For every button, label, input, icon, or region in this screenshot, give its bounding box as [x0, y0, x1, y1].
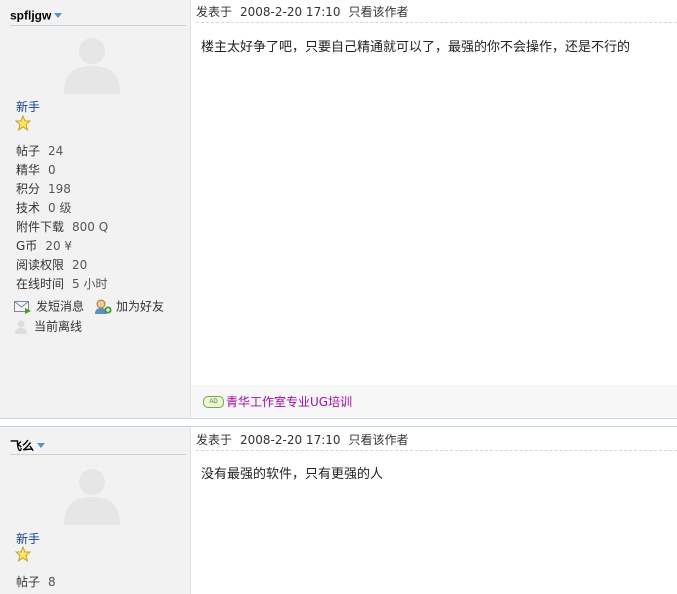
online-status: 当前离线 [14, 317, 82, 335]
stat-points: 积分 198 [16, 180, 108, 199]
offline-user-icon [15, 320, 27, 334]
stat-value: 0 [48, 163, 56, 177]
stat-digest: 精华 0 [16, 161, 108, 180]
stat-label: 在线时间 [16, 277, 65, 291]
post-message: 没有最强的软件，只有更强的人 [201, 467, 384, 482]
stat-value: 198 [48, 182, 71, 196]
stat-value: 0 级 [48, 201, 72, 215]
posted-label: 发表于 [196, 433, 233, 447]
stat-label: 精华 [16, 163, 41, 177]
post: 飞么 新手 帖子 8 发表于 2008-2-20 17:10 只看该作者 没有最强的软… [0, 426, 677, 594]
add-friend-label: 加为好友 [116, 299, 165, 314]
post-content: 发表于 2008-2-20 17:10 只看该作者 楼主太好争了吧，只要自己精通就可… [191, 0, 677, 418]
stat-gcoin: G币 20 ¥ [16, 237, 108, 256]
stat-online-time: 在线时间 5 小时 [16, 275, 108, 294]
chevron-down-icon[interactable] [37, 443, 46, 448]
profile-stats: 帖子 24 精华 0 积分 198 技术 0 级 附件下载 800 Q G币 20 ¥ 阅读… [16, 142, 108, 294]
stat-label: 帖子 [16, 575, 41, 589]
post-message: 楼主太好争了吧，只要自己精通就可以了，最强的你不会操作，还是不行的 [201, 40, 631, 55]
send-pm-label: 发短消息 [36, 299, 85, 314]
user-rank: 新手 [16, 532, 41, 546]
stat-label: 积分 [16, 182, 41, 196]
stat-value: 800 Q [72, 220, 109, 234]
post-info: 发表于 2008-2-20 17:10 只看该作者 [196, 2, 677, 23]
stat-downloads: 附件下载 800 Q [16, 218, 108, 237]
ad-badge-icon: AD [203, 396, 224, 408]
only-author-link[interactable]: 只看该作者 [349, 5, 409, 19]
online-status-label: 当前离线 [34, 319, 83, 334]
star-icon [15, 115, 31, 131]
author-row: spfljgw [10, 8, 186, 26]
posted-label: 发表于 [196, 5, 233, 19]
stat-label: 附件下载 [16, 220, 65, 234]
post-info: 发表于 2008-2-20 17:10 只看该作者 [196, 430, 677, 451]
post-content: 发表于 2008-2-20 17:10 只看该作者 没有最强的软件，只有更强的人 [191, 427, 677, 594]
only-author-link[interactable]: 只看该作者 [349, 433, 409, 447]
stat-label: 帖子 [16, 144, 41, 158]
author-sidebar: 飞么 新手 帖子 8 [0, 427, 191, 594]
user-rank: 新手 [16, 100, 41, 114]
stat-posts: 帖子 8 [16, 573, 56, 592]
stat-value: 24 [48, 144, 64, 158]
ad-bar: AD 青华工作室专业UG培训 [191, 385, 677, 417]
stat-value: 20 [72, 258, 88, 272]
send-pm-button[interactable]: 发短消息 [14, 297, 84, 315]
stat-value: 20 ¥ [45, 239, 73, 253]
stat-value: 8 [48, 575, 56, 589]
profile-stats: 帖子 8 [16, 573, 56, 592]
post-time: 2008-2-20 17:10 [240, 5, 341, 19]
author-sidebar: spfljgw 新手 帖子 24 精华 0 积分 198 技术 0 级 附件下载 800 … [0, 0, 191, 418]
author-name-link[interactable]: spfljgw [10, 9, 51, 23]
stat-posts: 帖子 24 [16, 142, 108, 161]
ad-link[interactable]: 青华工作室专业UG培训 [226, 393, 352, 410]
add-friend-icon [95, 299, 112, 314]
author-row: 飞么 [10, 437, 186, 455]
post: spfljgw 新手 帖子 24 精华 0 积分 198 技术 0 级 附件下载 800 … [0, 0, 677, 419]
stat-skill: 技术 0 级 [16, 199, 108, 218]
avatar-placeholder-icon[interactable] [60, 32, 124, 94]
stat-label: 阅读权限 [16, 258, 65, 272]
add-friend-button[interactable]: 加为好友 [94, 297, 164, 315]
star-icon [15, 546, 31, 562]
stat-label: 技术 [16, 201, 41, 215]
stat-read-permission: 阅读权限 20 [16, 256, 108, 275]
author-name-link[interactable]: 飞么 [10, 439, 34, 453]
envelope-icon [14, 300, 31, 314]
avatar-placeholder-icon[interactable] [60, 463, 124, 525]
post-time: 2008-2-20 17:10 [240, 433, 341, 447]
stat-value: 5 小时 [72, 277, 108, 291]
chevron-down-icon[interactable] [54, 13, 63, 18]
stat-label: G币 [16, 239, 38, 253]
